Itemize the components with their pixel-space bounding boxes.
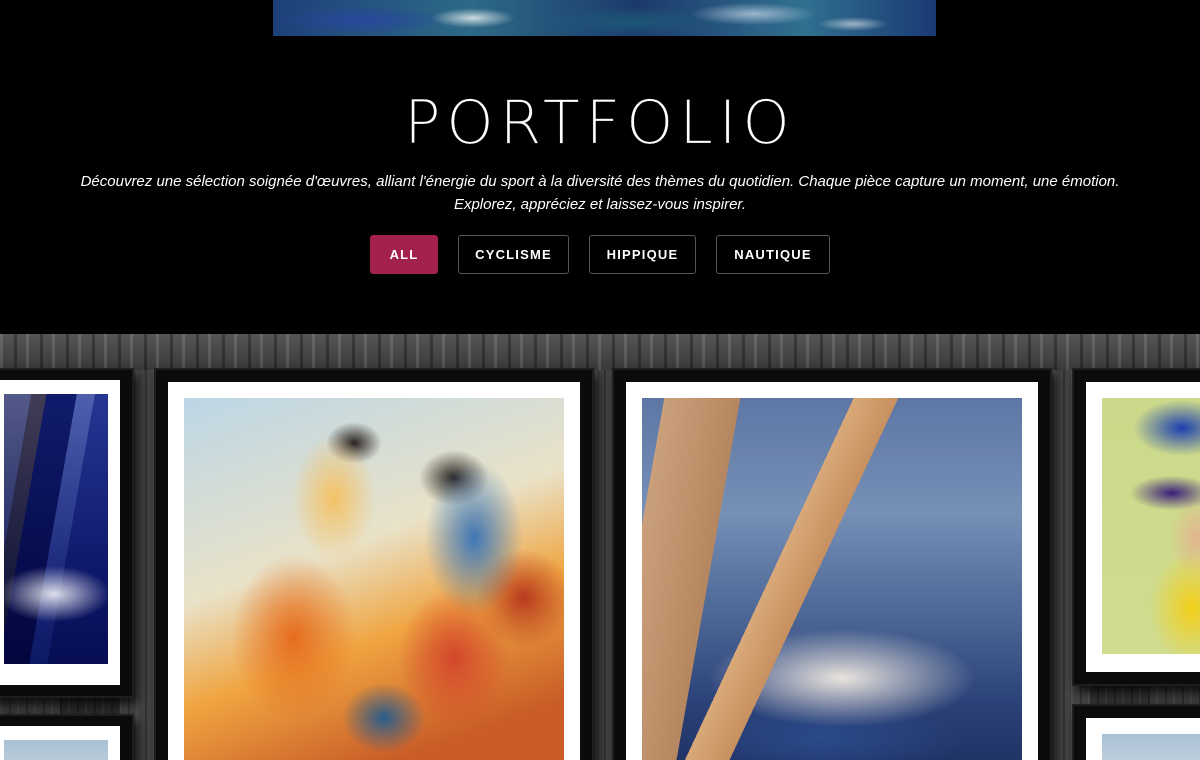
artwork-mat xyxy=(1086,382,1200,672)
gallery-item-small-right[interactable] xyxy=(1072,704,1200,760)
category-filter-bar: ALL CYCLISME HIPPIQUE NAUTIQUE xyxy=(0,235,1200,274)
sailing-yacht-painting-image xyxy=(642,398,1022,760)
small-painting-image xyxy=(1102,734,1200,760)
gallery-item-sailboat[interactable] xyxy=(0,368,134,698)
artwork-mat xyxy=(0,380,120,685)
cyclist-portrait-painting-image xyxy=(1102,398,1200,654)
sailboat-painting-image xyxy=(4,394,108,664)
filter-cyclisme-button[interactable]: CYCLISME xyxy=(458,235,569,274)
gallery-item-cyclist[interactable] xyxy=(1072,368,1200,686)
filter-hippique-button[interactable]: HIPPIQUE xyxy=(589,235,696,274)
portfolio-description: Découvrez une sélection soignée d'œuvres… xyxy=(60,170,1140,216)
artwork-mat xyxy=(168,382,580,760)
gallery-item-small-left[interactable] xyxy=(0,714,134,760)
artwork-mat xyxy=(1086,718,1200,760)
top-painting-banner xyxy=(273,0,936,36)
page-title: PORTFOLIO xyxy=(404,88,796,158)
description-line-1: Découvrez une sélection soignée d'œuvres… xyxy=(80,173,1120,190)
description-line-2: Explorez, appréciez et laissez-vous insp… xyxy=(453,196,747,213)
gallery-item-horse-racing[interactable] xyxy=(154,368,594,760)
filter-all-button[interactable]: ALL xyxy=(370,235,438,274)
artwork-mat xyxy=(0,726,120,760)
horse-racing-painting-image xyxy=(184,398,564,760)
artwork-mat xyxy=(626,382,1038,760)
filter-nautique-button[interactable]: NAUTIQUE xyxy=(716,235,830,274)
gallery-item-sailing-yacht[interactable] xyxy=(612,368,1052,760)
gallery-wall xyxy=(0,334,1200,760)
small-painting-image xyxy=(4,740,108,760)
